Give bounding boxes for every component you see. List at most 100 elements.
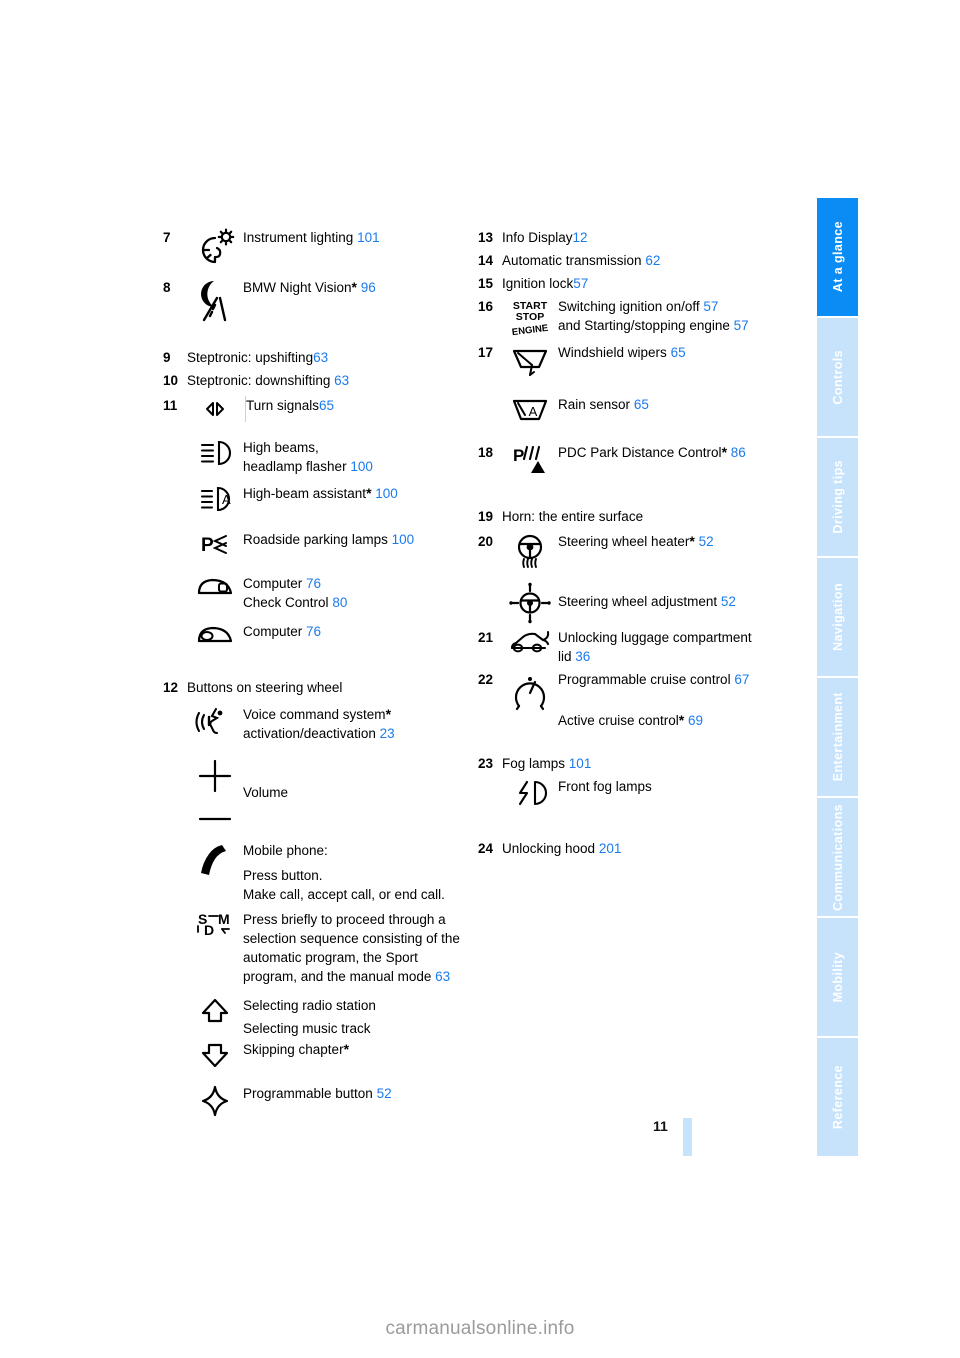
engine-text: ENGINE — [511, 323, 549, 338]
item-text: Fog lamps 101 — [502, 754, 798, 773]
list-item-10: 10 Steptronic: downshifting 63 — [163, 371, 463, 390]
page-ref: 65 — [319, 398, 335, 413]
item-text: Selecting radio station Selecting music … — [243, 996, 463, 1038]
steering-wheel-adjustment-icon — [502, 582, 558, 624]
page-ref: 76 — [306, 624, 322, 639]
item-text: Voice command system* activation/deactiv… — [243, 705, 463, 743]
item-number: 19 — [478, 509, 494, 524]
item-text: Steptronic: downshifting 63 — [187, 371, 463, 390]
trunk-unlock-icon — [502, 628, 558, 658]
item-text: Instrument lighting 101 — [243, 228, 463, 247]
item-number: 22 — [478, 672, 494, 687]
tab-communications[interactable]: Communications — [817, 798, 858, 916]
item-text: Automatic transmission 62 — [502, 251, 798, 270]
list-item-voice-command: Voice command system* activation/deactiv… — [163, 705, 463, 743]
sdm-gear-program-icon: S D M — [187, 910, 243, 944]
item-text: Windshield wipers 65 — [558, 343, 798, 362]
tab-navigation[interactable]: Navigation — [817, 558, 858, 676]
item-label: BMW Night Vision — [243, 280, 352, 295]
svg-text:P: P — [201, 535, 214, 556]
page-ref: 52 — [720, 594, 736, 609]
star-programmable-icon — [187, 1084, 243, 1118]
item-label-line1: High beams, — [243, 440, 319, 455]
item-number: 21 — [478, 630, 494, 645]
list-item-volume: Volume — [163, 757, 463, 831]
label-line1: Selecting radio station — [243, 998, 376, 1013]
tab-at-a-glance[interactable]: At a glance — [817, 198, 858, 316]
optional-star: * — [678, 712, 685, 728]
item-label: Steering wheel adjustment — [558, 594, 718, 609]
volume-plus-minus-icon — [187, 757, 243, 831]
item-text: PDC Park Distance Control* 86 — [558, 443, 798, 462]
label-text: Computer — [243, 576, 303, 591]
tab-reference[interactable]: Reference — [817, 1038, 858, 1156]
page-ref: 52 — [698, 534, 714, 549]
item-text: Rain sensor 65 — [558, 395, 798, 414]
stop-text: STOP — [516, 311, 544, 323]
page-ref: 57 — [703, 299, 719, 314]
list-item-23: 23 Fog lamps 101 — [478, 754, 798, 773]
item-text: Press briefly to proceed through a selec… — [243, 910, 463, 986]
page-ref: 100 — [350, 459, 373, 474]
up-arrow-icon — [187, 996, 243, 1026]
page-ref: 101 — [357, 230, 380, 245]
item-label: PDC Park Distance Control — [558, 445, 722, 460]
tab-label: Driving tips — [830, 460, 845, 534]
list-item-front-fog-lamps: Front fog lamps — [478, 777, 798, 809]
list-item-14: 14 Automatic transmission 62 — [478, 251, 798, 270]
high-beams-icon — [187, 438, 243, 468]
label-text: headlamp flasher — [243, 459, 347, 474]
item-text: Info Display12 — [502, 228, 798, 247]
item-text: Steering wheel adjustment 52 — [558, 582, 798, 611]
tab-controls[interactable]: Controls — [817, 318, 858, 436]
check-control-line: Check Control 80 — [243, 593, 463, 612]
tab-label: Entertainment — [830, 692, 845, 782]
list-item-mobile-phone: Mobile phone: Press button. Make call, a… — [163, 841, 463, 904]
page-ref: 52 — [376, 1086, 392, 1101]
item-text: Front fog lamps — [558, 777, 798, 796]
list-item-13: 13 Info Display12 — [478, 228, 798, 247]
list-item-12: 12 Buttons on steering wheel — [163, 678, 463, 697]
optional-star: * — [351, 279, 357, 295]
list-item-select-up: Selecting radio station Selecting music … — [163, 996, 463, 1038]
svg-text:D: D — [204, 922, 214, 938]
item-text: High-beam assistant* 100 — [243, 484, 463, 503]
item-label: Horn: the entire surface — [502, 509, 644, 524]
page-ref: 63 — [313, 350, 329, 365]
item-number: 24 — [478, 841, 494, 856]
label-text: Active cruise control — [558, 713, 679, 728]
item-label: Automatic transmission — [502, 253, 642, 268]
cruise-line1: Programmable cruise control 67 — [558, 670, 798, 689]
list-item-17: 17 Windshield wipers 65 — [478, 343, 798, 379]
page-ref: 65 — [633, 397, 649, 412]
item-number: 11 — [163, 398, 178, 413]
windshield-wipers-icon — [502, 343, 558, 379]
item-number: 13 — [478, 230, 494, 245]
tab-mobility[interactable]: Mobility — [817, 918, 858, 1036]
list-item-high-beam-assistant: A High-beam assistant* 100 — [163, 484, 463, 514]
label-text: activation/deactivation — [243, 726, 376, 741]
label-text: and Starting/stopping engine — [558, 318, 730, 333]
item-label: High-beam assistant — [243, 486, 367, 501]
page-ref: 63 — [334, 373, 350, 388]
list-item-rain-sensor: A Rain sensor 65 — [478, 395, 798, 427]
item-label: Roadside parking lamps — [243, 532, 388, 547]
list-item-7: 7 Instrument lighting 101 — [163, 228, 463, 270]
tab-entertainment[interactable]: Entertainment — [817, 678, 858, 796]
item-text: Skipping chapter* — [243, 1040, 463, 1059]
optional-star: * — [689, 533, 695, 549]
tab-driving-tips[interactable]: Driving tips — [817, 438, 858, 556]
page-ref: 36 — [575, 649, 591, 664]
item-label: Unlocking hood — [502, 841, 596, 856]
page-ref: 23 — [379, 726, 395, 741]
item-text: Roadside parking lamps 100 — [243, 530, 463, 549]
list-item-20: 20 Steering wheel heater* 52 — [478, 532, 798, 574]
manual-page: 7 Instrument lighting 101 8 BMW Night Vi… — [0, 0, 960, 1358]
item-number: 9 — [163, 350, 171, 365]
list-item-15: 15 Ignition lock57 — [478, 274, 798, 293]
item-text: Unlocking hood 201 — [502, 839, 798, 858]
optional-star: * — [721, 444, 728, 460]
item-text: Ignition lock57 — [502, 274, 798, 293]
phone-line3: Make call, accept call, or end call. — [243, 887, 445, 902]
label-text: Volume — [243, 785, 289, 800]
